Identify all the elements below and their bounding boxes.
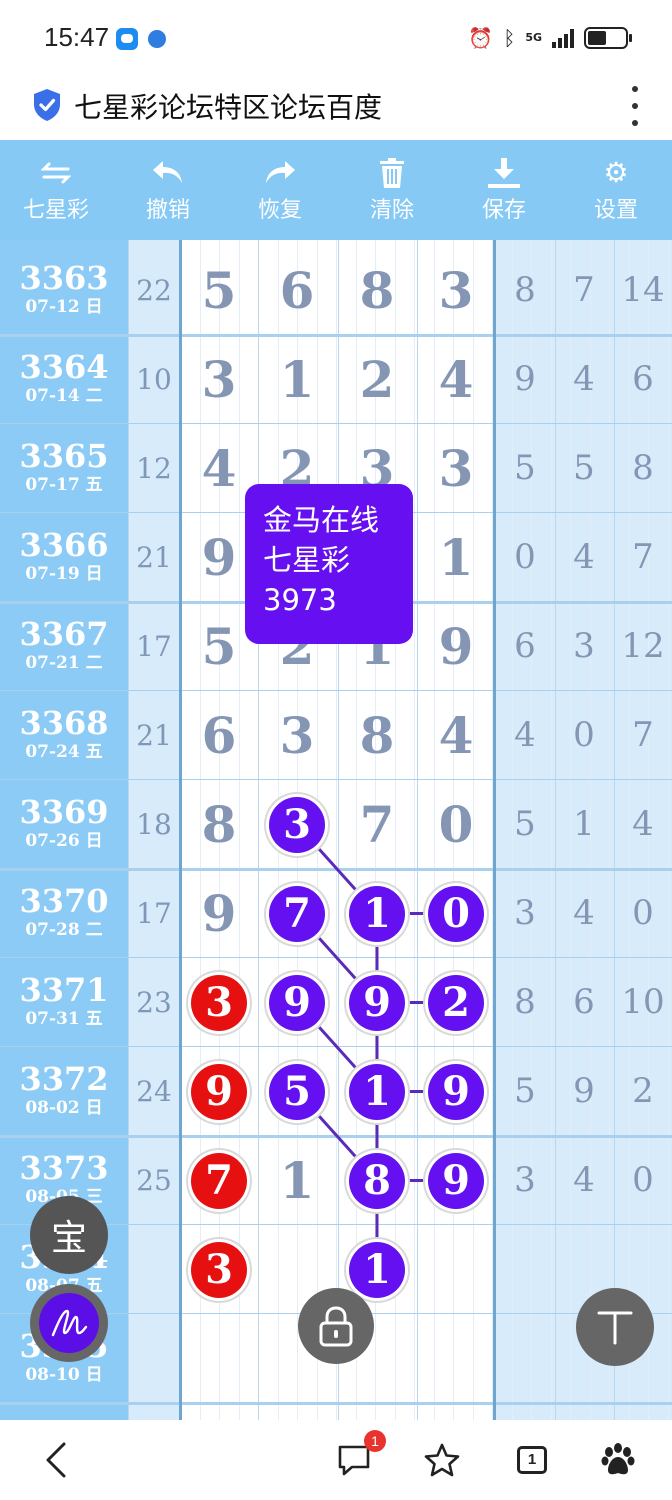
red-ball[interactable]: 3	[191, 974, 247, 1031]
popup-line: 金马在线	[263, 503, 380, 537]
undo-button[interactable]: 撤销	[112, 140, 224, 240]
red-ball[interactable]: 7	[191, 1152, 247, 1209]
chat-app-icon	[116, 28, 138, 50]
popup-line: 七星彩	[263, 543, 351, 577]
browser-app-icon	[148, 30, 166, 48]
treasure-button[interactable]: 宝	[30, 1196, 108, 1274]
lock-icon	[319, 1306, 353, 1347]
star-icon	[424, 1443, 460, 1477]
redo-icon	[263, 156, 297, 190]
redo-button[interactable]: 恢复	[224, 140, 336, 240]
purple-ball[interactable]: 1	[349, 1063, 405, 1120]
message-badge: 1	[364, 1430, 386, 1452]
settings-button[interactable]: ⚙ 设置	[560, 140, 672, 240]
tool-label: 设置	[593, 198, 638, 223]
purple-ball[interactable]: 1	[349, 1241, 405, 1298]
purple-ball[interactable]: 1	[349, 885, 405, 942]
tool-label: 清除	[369, 198, 414, 223]
tool-label: 保存	[481, 198, 526, 223]
comments-button[interactable]: 1	[334, 1430, 386, 1482]
tool-label: 恢复	[257, 198, 302, 223]
clear-button[interactable]: 清除	[336, 140, 448, 240]
tabs-button[interactable]: 1	[514, 1438, 550, 1482]
bluetooth-icon: ᛒ	[503, 26, 516, 50]
status-bar: 15:47 ⏰ ᛒ 5G	[0, 0, 672, 72]
lottery-switch-button[interactable]: 七星彩	[0, 140, 112, 240]
swap-arrows-icon	[41, 156, 71, 190]
popup-line: 3973	[263, 583, 337, 617]
undo-icon	[151, 156, 185, 190]
text-tool-button[interactable]	[576, 1288, 654, 1366]
browser-title-bar: 七星彩论坛特区论坛百度	[0, 72, 672, 140]
purple-ball[interactable]: 7	[269, 885, 325, 942]
column-divider	[493, 240, 496, 1420]
purple-ball[interactable]: 9	[269, 974, 325, 1031]
gear-icon: ⚙	[603, 156, 629, 189]
purple-ball[interactable]: 9	[428, 1152, 484, 1209]
purple-ball[interactable]: 8	[349, 1152, 405, 1209]
text-tool-icon	[597, 1311, 633, 1345]
trash-icon	[379, 156, 405, 190]
red-ball[interactable]: 9	[191, 1063, 247, 1120]
shield-icon	[34, 89, 60, 121]
tool-label: 撤销	[145, 198, 190, 223]
draw-button[interactable]	[30, 1284, 108, 1362]
download-icon	[488, 156, 520, 190]
red-ball[interactable]: 3	[191, 1241, 247, 1298]
status-time: 15:47	[44, 22, 110, 52]
purple-ball[interactable]: 5	[269, 1063, 325, 1120]
lock-button[interactable]	[298, 1288, 374, 1364]
back-chevron-icon	[46, 1442, 66, 1478]
baidu-paw-icon	[601, 1443, 635, 1475]
signature-pen-icon	[39, 1293, 99, 1353]
alarm-icon: ⏰	[468, 26, 494, 50]
page-title: 七星彩论坛特区论坛百度	[74, 91, 383, 124]
editor-toolbar: 七星彩 撤销 恢复 清除 保存 ⚙ 设置	[0, 140, 672, 240]
more-menu-icon[interactable]	[628, 86, 642, 126]
purple-ball[interactable]: 2	[428, 974, 484, 1031]
tool-label: 七星彩	[22, 198, 89, 223]
column-divider	[179, 240, 182, 1420]
prediction-popup[interactable]: 金马在线 七星彩 3973	[245, 484, 413, 644]
status-icons: ⏰ ᛒ 5G	[468, 24, 632, 52]
purple-ball[interactable]: 9	[349, 974, 405, 1031]
save-button[interactable]: 保存	[448, 140, 560, 240]
signal-icon	[552, 28, 574, 48]
purple-ball[interactable]: 9	[428, 1063, 484, 1120]
purple-ball[interactable]: 0	[428, 885, 484, 942]
network-type: 5G	[525, 31, 542, 44]
back-button[interactable]	[38, 1438, 74, 1482]
favorite-button[interactable]	[422, 1438, 462, 1482]
treasure-label: 宝	[50, 1218, 87, 1259]
battery-icon	[584, 27, 632, 49]
baidu-home-button[interactable]	[598, 1438, 638, 1482]
browser-bottom-nav: 1 1	[0, 1420, 672, 1500]
purple-ball[interactable]: 3	[269, 796, 325, 853]
tab-count: 1	[517, 1446, 547, 1474]
